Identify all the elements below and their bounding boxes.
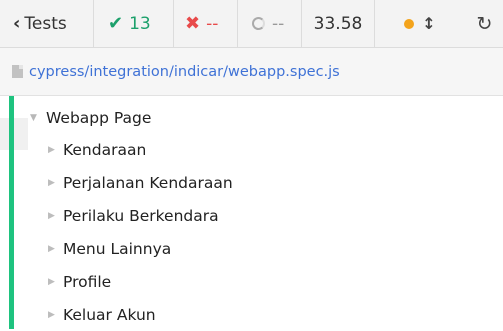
failed-stat[interactable]: ✖ -- <box>174 0 238 47</box>
cross-icon: ✖ <box>185 13 201 34</box>
caret-right-icon[interactable]: ▶ <box>48 178 55 188</box>
test-item-menu-lainnya[interactable]: ▶ Menu Lainnya <box>0 233 503 265</box>
test-label: Keluar Akun <box>63 306 156 324</box>
duration-value: 33.58 <box>313 13 363 34</box>
test-label: Perjalanan Kendaraan <box>63 174 233 192</box>
test-label: Profile <box>63 273 112 291</box>
caret-down-icon[interactable]: ▼ <box>30 113 37 123</box>
pending-count: -- <box>272 13 285 34</box>
rerun-button[interactable]: ↻ <box>466 0 503 47</box>
status-indicator[interactable]: ↕ <box>375 0 465 47</box>
back-label: Tests <box>24 13 67 34</box>
scroll-toggle-icon[interactable]: ↕ <box>422 14 435 33</box>
spec-file-bar: cypress/integration/indicar/webapp.spec.… <box>0 48 503 96</box>
suite-row[interactable]: ▼ Webapp Page <box>0 102 503 134</box>
check-icon: ✔ <box>108 13 124 34</box>
test-item-perjalanan-kendaraan[interactable]: ▶ Perjalanan Kendaraan <box>0 167 503 199</box>
chevron-left-icon: ‹ <box>13 13 21 34</box>
passed-count: 13 <box>129 13 151 34</box>
test-item-kendaraan[interactable]: ▶ Kendaraan <box>0 134 503 166</box>
running-status-dot-icon <box>404 18 415 29</box>
reload-icon: ↻ <box>476 12 493 35</box>
pending-stat[interactable]: -- <box>238 0 302 47</box>
duration-display: 33.58 <box>302 0 375 47</box>
caret-right-icon[interactable]: ▶ <box>48 145 55 155</box>
test-label: Kendaraan <box>63 141 147 159</box>
test-label: Perilaku Berkendara <box>63 207 219 225</box>
test-label: Menu Lainnya <box>63 240 172 258</box>
test-item-perilaku-berkendara[interactable]: ▶ Perilaku Berkendara <box>0 200 503 232</box>
back-to-tests-button[interactable]: ‹ Tests <box>0 0 94 47</box>
caret-right-icon[interactable]: ▶ <box>48 277 55 287</box>
spec-file-link[interactable]: cypress/integration/indicar/webapp.spec.… <box>29 64 340 80</box>
failed-count: -- <box>206 13 219 34</box>
test-item-keluar-akun[interactable]: ▶ Keluar Akun <box>0 299 503 331</box>
runner-header: ‹ Tests ✔ 13 ✖ -- -- 33.58 ↕ ↻ <box>0 0 503 48</box>
caret-right-icon[interactable]: ▶ <box>48 310 55 320</box>
passed-stat[interactable]: ✔ 13 <box>94 0 174 47</box>
test-item-profile[interactable]: ▶ Profile <box>0 266 503 298</box>
file-icon <box>12 65 23 78</box>
caret-right-icon[interactable]: ▶ <box>48 244 55 254</box>
pending-circle-icon <box>252 17 265 30</box>
suite-title: Webapp Page <box>46 109 152 127</box>
caret-right-icon[interactable]: ▶ <box>48 211 55 221</box>
test-tree: ▼ Webapp Page ▶ Kendaraan ▶ Perjalanan K… <box>0 96 503 329</box>
